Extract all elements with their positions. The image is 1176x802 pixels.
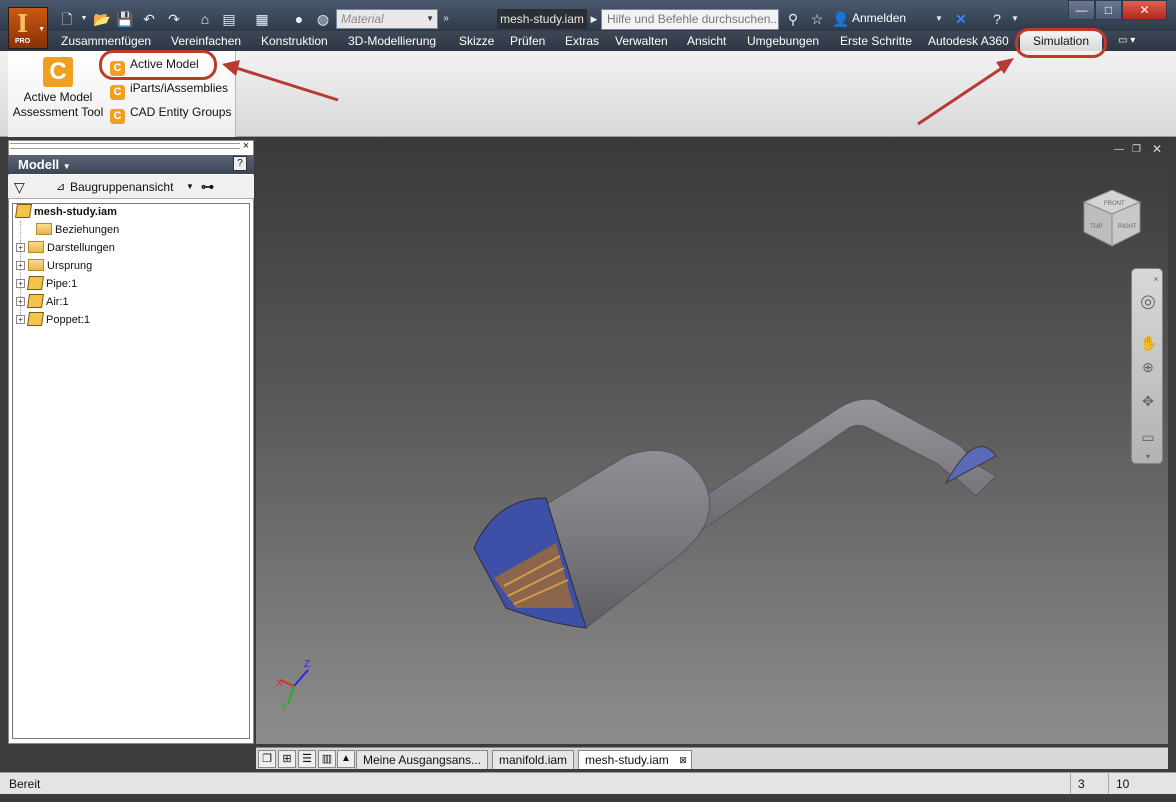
annotation-arrowhead	[222, 60, 240, 76]
application-menu-button[interactable]: I PRO ▼	[8, 7, 48, 49]
chevron-down-icon: ▼	[38, 26, 45, 33]
annotation-arrow-active-model	[229, 64, 339, 102]
annotation-arrows	[222, 58, 1014, 126]
annotation-arrow-simulation	[917, 62, 1009, 126]
app-logo: I	[17, 9, 29, 38]
edition-label: PRO	[15, 38, 31, 45]
